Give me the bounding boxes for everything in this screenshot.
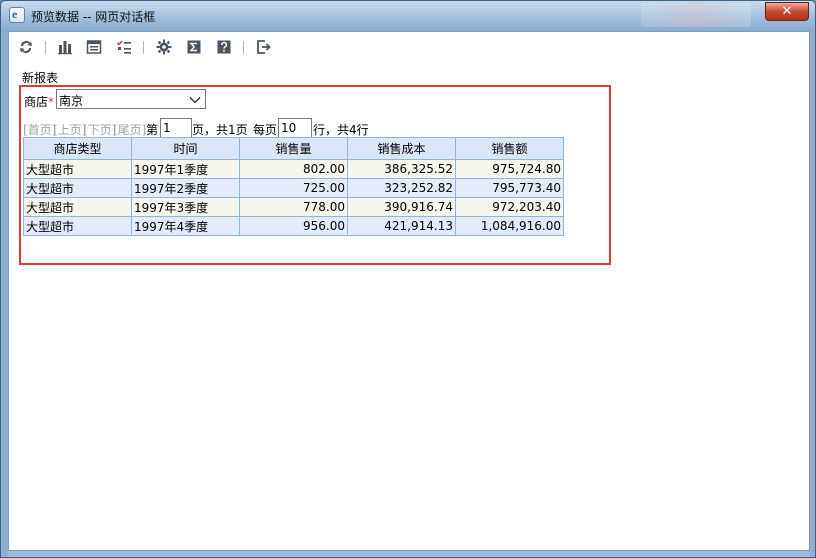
refresh-icon[interactable] <box>17 38 35 56</box>
report-title: 新报表 <box>22 71 59 85</box>
column-header: 销售量 <box>239 137 348 160</box>
column-header: 销售成本 <box>347 137 456 160</box>
table-row: 大型超市 1997年1季度 802.00 386,325.52 975,724.… <box>23 159 564 179</box>
column-header: 商店类型 <box>23 137 132 160</box>
page-suffix: 页，共1页 <box>192 123 248 137</box>
store-param-label: 商店* <box>24 93 54 110</box>
bar-chart-icon[interactable] <box>56 38 74 56</box>
window-bottom-border <box>8 551 810 557</box>
page-prefix: 第 <box>146 123 159 137</box>
prev-page-link[interactable]: [上页] <box>53 121 86 138</box>
cell-sales-qty: 725.00 <box>239 178 348 198</box>
cell-sales-amount: 1,084,916.00 <box>455 216 564 236</box>
next-page-link[interactable]: [下页] <box>83 121 116 138</box>
column-header: 销售额 <box>455 137 564 160</box>
cell-sales-cost: 386,325.52 <box>347 159 456 179</box>
titlebar-background <box>641 3 751 27</box>
table-row: 大型超市 1997年2季度 725.00 323,252.82 795,773.… <box>23 178 564 198</box>
toolbar-separator <box>143 41 144 54</box>
help-icon[interactable] <box>215 38 233 56</box>
column-header: 时间 <box>131 137 240 160</box>
table-header-row: 商店类型 时间 销售量 销售成本 销售额 <box>23 137 564 160</box>
data-table: 商店类型 时间 销售量 销售成本 销售额 大型超市 1997年1季度 802.0… <box>23 137 564 236</box>
table-row: 大型超市 1997年3季度 778.00 390,916.74 972,203.… <box>23 197 564 217</box>
ie-icon: e <box>9 7 25 23</box>
chevron-down-icon <box>189 97 201 104</box>
dialog-window: e 预览数据 -- 网页对话框 ✕ 新报表 商店* 南京 [首页] [上页] [… <box>0 0 816 558</box>
form-icon[interactable] <box>85 38 103 56</box>
checklist-icon[interactable] <box>115 38 133 56</box>
cell-sales-amount: 972,203.40 <box>455 197 564 217</box>
cell-sales-qty: 956.00 <box>239 216 348 236</box>
cell-time: 1997年3季度 <box>131 197 240 217</box>
exit-icon[interactable] <box>255 38 273 56</box>
cell-sales-amount: 975,724.80 <box>455 159 564 179</box>
toolbar-separator <box>45 41 46 54</box>
cell-sales-qty: 802.00 <box>239 159 348 179</box>
cell-sales-qty: 778.00 <box>239 197 348 217</box>
cell-sales-amount: 795,773.40 <box>455 178 564 198</box>
cell-time: 1997年2季度 <box>131 178 240 198</box>
sigma-icon[interactable] <box>185 38 203 56</box>
cell-time: 1997年4季度 <box>131 216 240 236</box>
cell-time: 1997年1季度 <box>131 159 240 179</box>
cell-store-type: 大型超市 <box>23 216 132 236</box>
page-number-input[interactable] <box>160 118 192 138</box>
required-mark: * <box>48 95 55 109</box>
gear-icon[interactable] <box>155 38 173 56</box>
cell-store-type: 大型超市 <box>23 178 132 198</box>
table-row: 大型超市 1997年4季度 956.00 421,914.13 1,084,91… <box>23 216 564 236</box>
toolbar <box>9 32 809 62</box>
dialog-content: 新报表 商店* 南京 [首页] [上页] [下页] [尾页] 第 页，共1页 每… <box>8 31 810 551</box>
rows-per-page-input[interactable] <box>278 118 312 138</box>
first-page-link[interactable]: [首页] <box>23 121 56 138</box>
cell-sales-cost: 390,916.74 <box>347 197 456 217</box>
store-label-text: 商店 <box>24 95 49 109</box>
cell-store-type: 大型超市 <box>23 197 132 217</box>
close-button[interactable]: ✕ <box>765 2 809 21</box>
last-page-link[interactable]: [尾页] <box>113 121 146 138</box>
cell-sales-cost: 323,252.82 <box>347 178 456 198</box>
toolbar-separator <box>243 41 244 54</box>
cell-store-type: 大型超市 <box>23 159 132 179</box>
store-select-value: 南京 <box>59 94 84 108</box>
cell-sales-cost: 421,914.13 <box>347 216 456 236</box>
window-title: 预览数据 -- 网页对话框 <box>31 10 156 24</box>
per-page-prefix: 每页 <box>253 123 278 137</box>
store-select[interactable]: 南京 <box>56 89 206 109</box>
per-page-suffix: 行，共4行 <box>313 123 369 137</box>
title-bar[interactable]: e 预览数据 -- 网页对话框 ✕ <box>1 1 815 31</box>
